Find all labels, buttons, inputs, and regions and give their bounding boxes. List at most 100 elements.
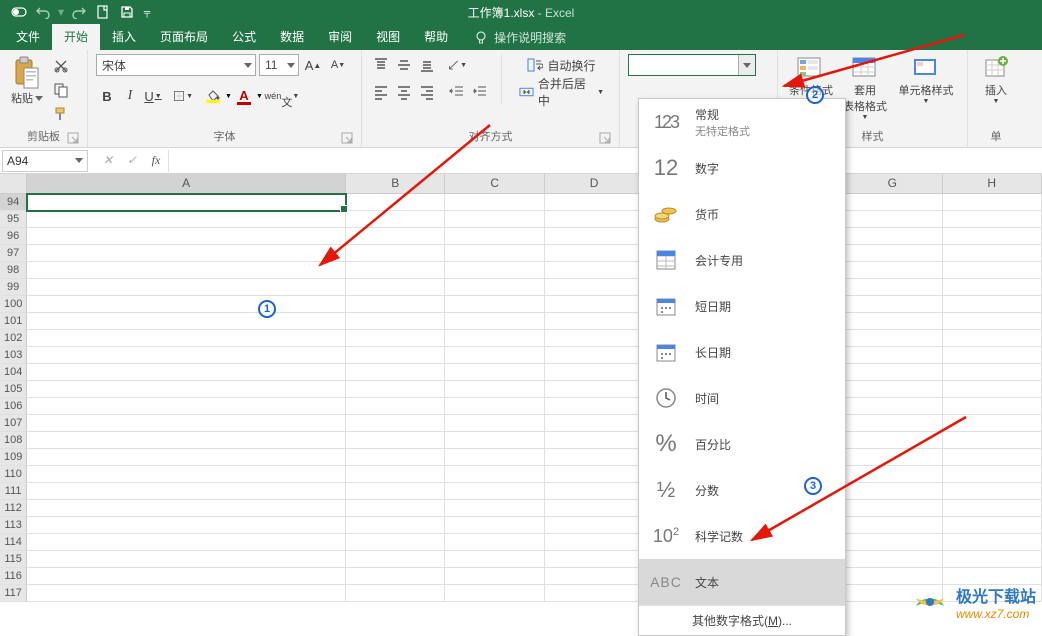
row-header-104[interactable]: 104 (0, 364, 27, 381)
cell[interactable] (346, 381, 445, 398)
name-box[interactable]: A94 (2, 150, 88, 172)
increase-indent-button[interactable] (469, 81, 491, 103)
cell[interactable] (545, 330, 644, 347)
cell[interactable] (545, 262, 644, 279)
cell[interactable] (445, 568, 544, 585)
row-header-100[interactable]: 100 (0, 296, 27, 313)
row-header-106[interactable]: 106 (0, 398, 27, 415)
row-header-115[interactable]: 115 (0, 551, 27, 568)
cell[interactable] (27, 432, 346, 449)
number-format-more[interactable]: 其他数字格式(M)... (639, 605, 845, 635)
cell[interactable] (445, 500, 544, 517)
cell[interactable] (445, 398, 544, 415)
tab-insert[interactable]: 插入 (100, 24, 148, 50)
cell[interactable] (943, 483, 1042, 500)
cell[interactable] (943, 330, 1042, 347)
cell[interactable] (445, 211, 544, 228)
cell[interactable] (545, 585, 644, 602)
autosave-toggle[interactable] (8, 1, 30, 23)
cell[interactable] (27, 449, 346, 466)
cell[interactable] (445, 296, 544, 313)
cell[interactable] (27, 585, 346, 602)
row-header-116[interactable]: 116 (0, 568, 27, 585)
cell[interactable] (843, 483, 942, 500)
number-format-combo[interactable] (628, 54, 756, 76)
tab-formulas[interactable]: 公式 (220, 24, 268, 50)
number-format-item-general[interactable]: 123常规无特定格式 (639, 99, 845, 145)
row-header-105[interactable]: 105 (0, 381, 27, 398)
cell[interactable] (445, 194, 544, 211)
number-format-item-accounting[interactable]: 会计专用 (639, 237, 845, 283)
cell[interactable] (545, 296, 644, 313)
cell[interactable] (27, 415, 346, 432)
align-top-button[interactable] (370, 54, 392, 76)
cell[interactable] (843, 245, 942, 262)
cell[interactable] (27, 381, 346, 398)
cell[interactable] (27, 500, 346, 517)
cell[interactable] (445, 313, 544, 330)
cell[interactable] (545, 347, 644, 364)
cell[interactable] (27, 313, 346, 330)
cell[interactable] (346, 194, 445, 211)
cell[interactable] (943, 415, 1042, 432)
cell[interactable] (445, 245, 544, 262)
cell[interactable] (943, 313, 1042, 330)
cell[interactable] (843, 279, 942, 296)
cell[interactable] (445, 517, 544, 534)
phonetic-button[interactable]: wén文▼ (271, 85, 293, 107)
cut-button[interactable] (50, 56, 72, 76)
cell[interactable] (545, 551, 644, 568)
cell[interactable] (843, 313, 942, 330)
cell[interactable] (346, 296, 445, 313)
cell[interactable] (843, 432, 942, 449)
cell[interactable] (346, 330, 445, 347)
col-header-A[interactable]: A (27, 174, 346, 193)
dialog-launcher-icon[interactable] (341, 132, 353, 144)
cell[interactable] (943, 398, 1042, 415)
merge-center-button[interactable]: 合并后居中 ▼ (512, 81, 611, 103)
cell[interactable] (346, 347, 445, 364)
underline-button[interactable]: U▼ (142, 85, 164, 107)
cell[interactable] (843, 194, 942, 211)
worksheet-grid[interactable]: ABCDEFGH 9495969798991001011021031041051… (0, 174, 1042, 628)
cell[interactable] (545, 364, 644, 381)
cell[interactable] (445, 381, 544, 398)
cell[interactable] (545, 381, 644, 398)
cell[interactable] (843, 330, 942, 347)
cell[interactable] (346, 398, 445, 415)
cell[interactable] (843, 500, 942, 517)
cell[interactable] (943, 551, 1042, 568)
tab-home[interactable]: 开始 (52, 24, 100, 50)
cell[interactable] (27, 296, 346, 313)
col-header-G[interactable]: G (843, 174, 942, 193)
cancel-formula-button[interactable]: ✕ (96, 150, 120, 172)
number-format-item-sci[interactable]: 102科学记数 (639, 513, 845, 559)
font-size-combo[interactable]: 11 (259, 54, 299, 76)
italic-button[interactable]: I (119, 85, 141, 107)
cell[interactable] (545, 211, 644, 228)
cell[interactable] (445, 534, 544, 551)
cell[interactable] (27, 330, 346, 347)
cell[interactable] (346, 466, 445, 483)
cell[interactable] (346, 364, 445, 381)
cell[interactable] (943, 432, 1042, 449)
cell[interactable] (346, 568, 445, 585)
cell[interactable] (346, 245, 445, 262)
font-color-button[interactable]: A (233, 85, 255, 107)
formula-input[interactable] (169, 150, 1042, 172)
tab-file[interactable]: 文件 (4, 24, 52, 50)
select-all-corner[interactable] (0, 174, 27, 193)
cell[interactable] (943, 364, 1042, 381)
cell[interactable] (346, 551, 445, 568)
cell[interactable] (545, 568, 644, 585)
cell[interactable] (943, 568, 1042, 585)
bold-button[interactable]: B (96, 85, 118, 107)
cell[interactable] (445, 364, 544, 381)
cell[interactable] (545, 245, 644, 262)
new-file-button[interactable] (92, 1, 114, 23)
cell[interactable] (346, 585, 445, 602)
cell[interactable] (445, 466, 544, 483)
increase-font-button[interactable]: A▲ (302, 54, 324, 76)
orientation-button[interactable]: ▼ (446, 54, 468, 76)
cell[interactable] (27, 568, 346, 585)
